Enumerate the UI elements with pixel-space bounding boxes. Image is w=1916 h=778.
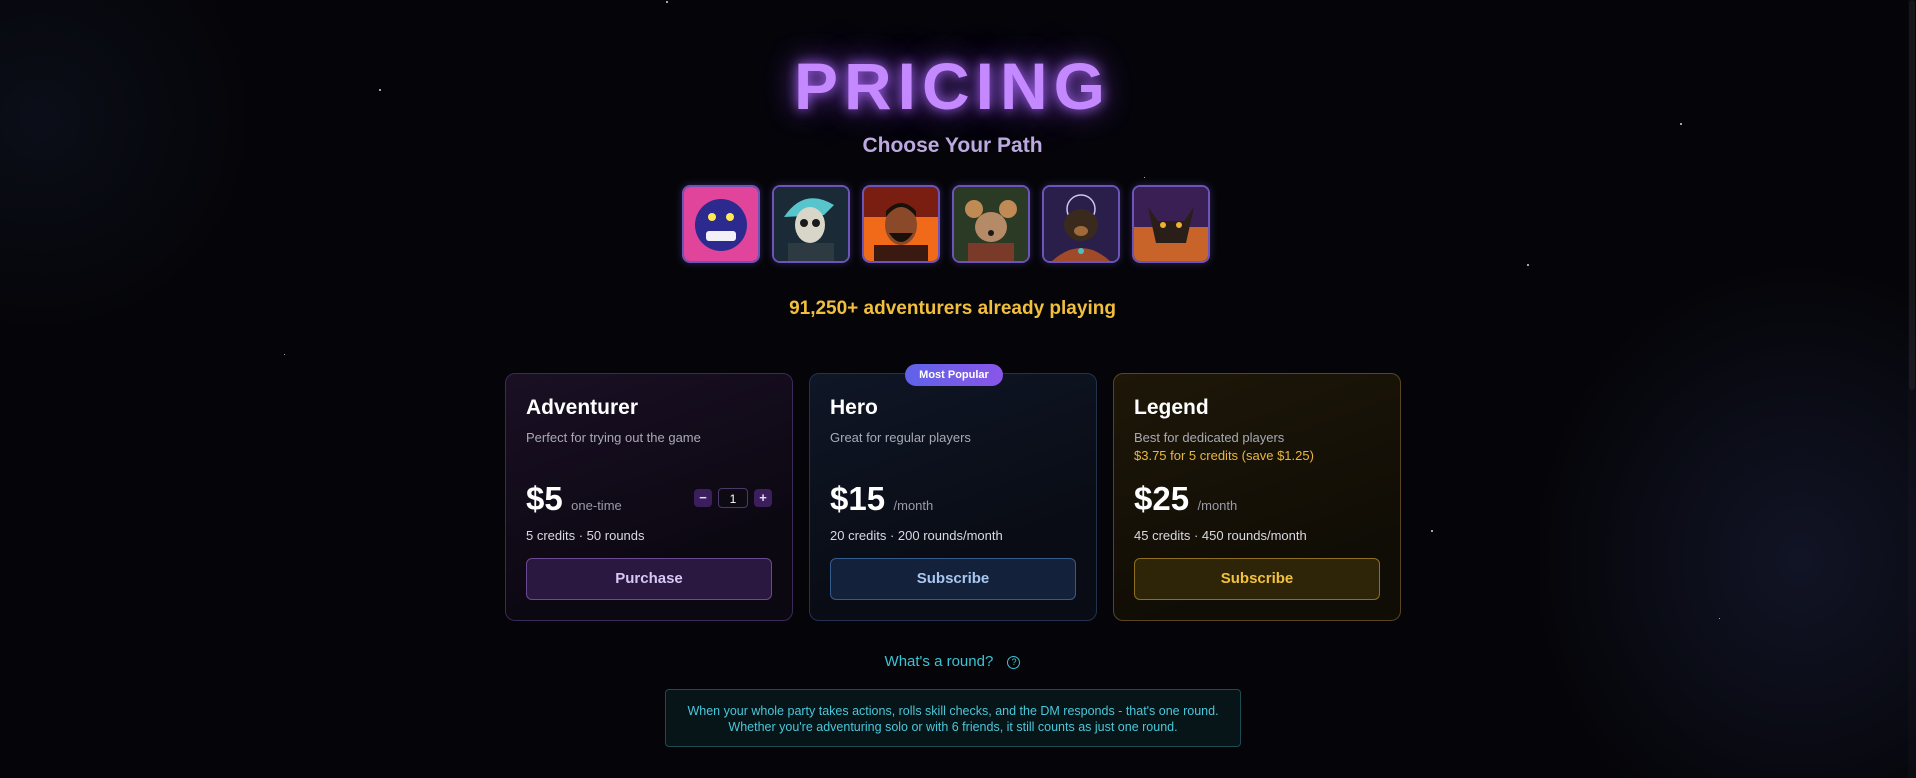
plan-price: $15: [830, 480, 886, 517]
round-explanation-line-1: When your whole party takes actions, rol…: [687, 704, 1219, 718]
price-row: $25 /month: [1134, 480, 1380, 520]
star: [1431, 530, 1433, 532]
plan-credits: 20 credits · 200 rounds/month: [830, 528, 1003, 543]
star: [1144, 177, 1145, 178]
plan-description: Perfect for trying out the game: [526, 430, 701, 445]
fire-warrior-avatar: [862, 185, 940, 263]
player-count: 91,250+ adventurers already playing: [789, 298, 1116, 319]
increment-button[interactable]: +: [754, 489, 772, 507]
quantity-input[interactable]: 1: [718, 488, 748, 508]
plan-period: one-time: [571, 498, 622, 513]
page-subtitle: Choose Your Path: [862, 134, 1043, 157]
most-popular-badge: Most Popular: [905, 364, 1003, 386]
plan-card-hero: Most Popular Hero Great for regular play…: [809, 364, 1097, 621]
star: [284, 354, 285, 355]
plan-name: Legend: [1134, 396, 1209, 419]
whats-a-round-toggle[interactable]: What's a round? ?: [0, 653, 1905, 670]
plan-savings: $3.75 for 5 credits (save $1.25): [1134, 448, 1314, 463]
star: [1527, 264, 1529, 266]
quantity-stepper: − 1 +: [694, 488, 772, 508]
bear-monk-avatar: [1042, 185, 1120, 263]
rat-rogue-avatar: [952, 185, 1030, 263]
question-circle-icon[interactable]: ?: [1007, 656, 1021, 669]
purchase-button[interactable]: Purchase: [526, 558, 772, 600]
plan-credits: 45 credits · 450 rounds/month: [1134, 528, 1307, 543]
scrollbar[interactable]: [1908, 0, 1916, 778]
plan-description: Best for dedicated players: [1134, 430, 1285, 445]
plan-name: Hero: [830, 396, 878, 419]
character-avatars: [682, 185, 1210, 263]
skeleton-knight-avatar: [772, 185, 850, 263]
page-title: PRICING: [793, 49, 1112, 123]
round-explanation-line-2: Whether you're adventuring solo or with …: [728, 720, 1178, 734]
price-row: $15 /month: [830, 480, 1076, 520]
plan-period: /month: [1197, 498, 1238, 513]
plan-credits: 5 credits · 50 rounds: [526, 528, 645, 543]
scrollbar-thumb[interactable]: [1909, 0, 1915, 390]
star: [666, 1, 668, 3]
price-row: $5 one-time − 1 +: [526, 480, 772, 520]
blue-monster-avatar: [682, 185, 760, 263]
subscribe-button-legend[interactable]: Subscribe: [1134, 558, 1380, 600]
plan-card-adventurer: Adventurer Perfect for trying out the ga…: [505, 373, 793, 621]
plan-price: $25: [1134, 480, 1190, 517]
plan-price: $5: [526, 480, 563, 517]
plan-card-legend: Legend Best for dedicated players $3.75 …: [1113, 373, 1401, 621]
star: [1719, 618, 1720, 619]
plan-name: Adventurer: [526, 396, 639, 419]
whats-a-round-label[interactable]: What's a round?: [885, 653, 994, 670]
plan-description: Great for regular players: [830, 430, 971, 445]
wolf-beast-avatar: [1132, 185, 1210, 263]
subscribe-button-hero[interactable]: Subscribe: [830, 558, 1076, 600]
decrement-button[interactable]: −: [694, 489, 712, 507]
plan-period: /month: [893, 498, 934, 513]
round-explanation: When your whole party takes actions, rol…: [665, 689, 1241, 747]
